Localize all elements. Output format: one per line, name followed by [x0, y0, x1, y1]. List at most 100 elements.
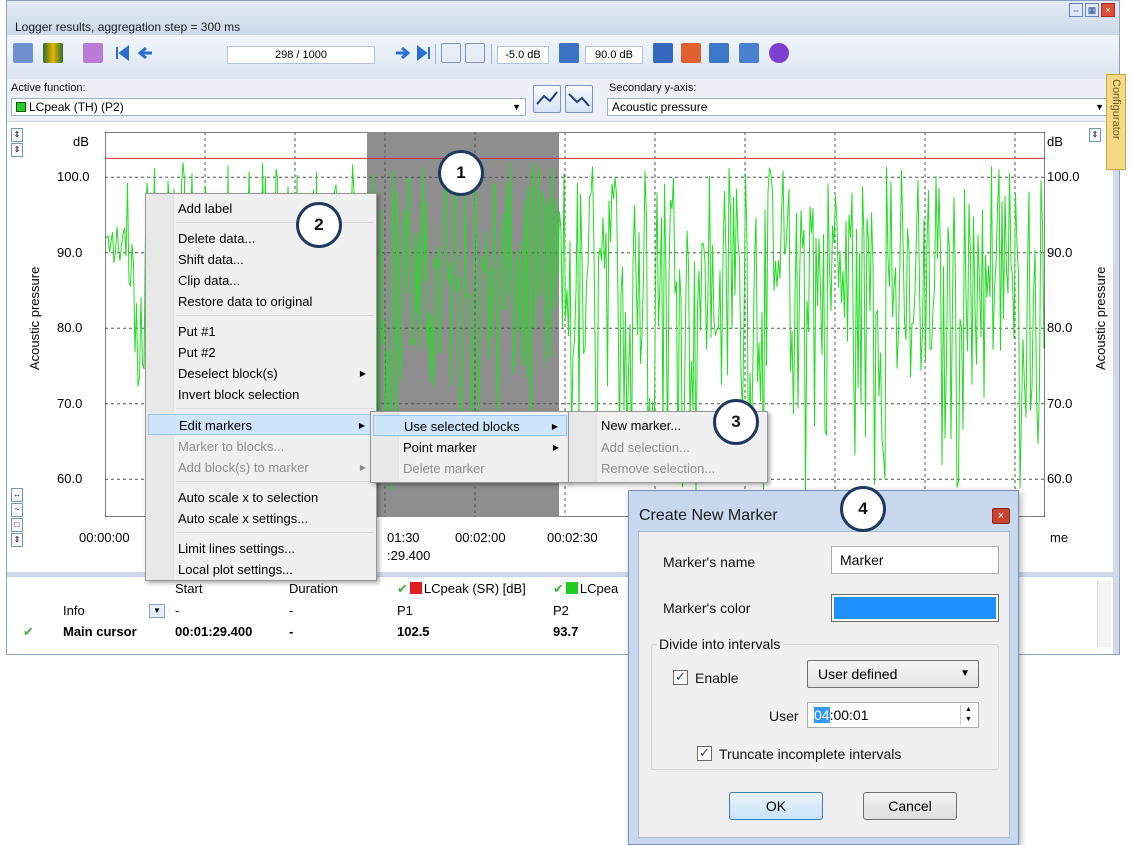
expand-icon[interactable]: ⇕: [11, 128, 23, 142]
menu-marker-to-blocks[interactable]: Marker to blocks...: [148, 436, 374, 457]
vscroll-icon[interactable]: ⇕: [11, 533, 23, 547]
menu-point-marker[interactable]: Point marker ▶: [373, 437, 567, 458]
menu-delete-marker[interactable]: Delete marker: [373, 458, 567, 479]
max-db-field[interactable]: 90.0 dB: [585, 46, 643, 64]
eraser-icon[interactable]: [83, 43, 103, 63]
window-title: Logger results, aggregation step = 300 m…: [15, 20, 241, 34]
menu-remove-selection[interactable]: Remove selection...: [571, 458, 765, 479]
color-swatch-green: [565, 582, 578, 594]
first-icon[interactable]: [115, 43, 129, 63]
layout-split-icon[interactable]: [465, 43, 485, 63]
chart-type-icon[interactable]: [13, 43, 33, 63]
xtick-0: 00:00:00: [79, 530, 130, 545]
spinner-icon[interactable]: ▲ ▼: [960, 705, 976, 725]
menu-put-2[interactable]: Put #2: [148, 342, 374, 363]
xtick-1: 01:30: [387, 530, 420, 545]
marker-color-swatch: [834, 597, 996, 619]
fit-right-icon[interactable]: ⇕: [1089, 128, 1101, 142]
create-marker-dialog: Create New Marker × Marker's name Marker…: [628, 490, 1019, 845]
configurator-tab[interactable]: Configurator: [1106, 74, 1126, 170]
menu-auto-scale-selection[interactable]: Auto scale x to selection: [148, 487, 374, 508]
toolbar: 298 / 1000 -5.0 dB 90.0 dB: [7, 35, 1119, 79]
menu-local-plot-settings[interactable]: Local plot settings...: [148, 559, 374, 580]
ok-button[interactable]: OK: [729, 792, 823, 820]
menu-edit-markers-label: Edit markers: [179, 418, 252, 433]
submenu-arrow-icon: ▶: [552, 443, 559, 452]
active-function-label: Active function:: [11, 82, 86, 94]
marker-name-input[interactable]: Marker: [831, 546, 999, 574]
hscroll-icon[interactable]: ↔: [11, 488, 23, 502]
info-dropdown-icon[interactable]: ▼: [149, 604, 165, 618]
user-interval-input[interactable]: 04:00:01 ▲ ▼: [807, 702, 979, 728]
ytick-right: 70.0: [1047, 395, 1073, 411]
row-cursor-v2: 93.7: [553, 624, 579, 639]
bar-chart-icon[interactable]: [43, 43, 63, 63]
wave-mode-icon[interactable]: ~: [11, 503, 23, 517]
interval-mode-select[interactable]: User defined ▼: [807, 660, 979, 688]
record-counter[interactable]: 298 / 1000: [227, 46, 375, 64]
enable-checkbox[interactable]: ✓: [673, 670, 688, 685]
header-col2: ✔ LCpea: [553, 581, 618, 597]
close-icon[interactable]: ×: [1101, 3, 1115, 17]
ytick-right: 100.0: [1047, 169, 1080, 185]
chart-up-icon[interactable]: [653, 43, 673, 63]
row-info-duration: -: [289, 603, 294, 618]
menu-put-1[interactable]: Put #1: [148, 321, 374, 342]
chart-x-icon[interactable]: [681, 43, 701, 63]
menu-shift-data[interactable]: Shift data...: [148, 249, 374, 270]
menu-add-blocks-to-marker[interactable]: Add block(s) to marker ▶: [148, 457, 374, 478]
secondary-axis-select[interactable]: Acoustic pressure ▼: [607, 98, 1109, 116]
user-interval-rest: :00:01: [829, 707, 869, 723]
configurator-label: Configurator: [1110, 79, 1122, 140]
table-scrollbar[interactable]: [1097, 581, 1111, 647]
wave-icon[interactable]: [739, 43, 759, 63]
hand-icon[interactable]: [769, 43, 789, 63]
fit-icon[interactable]: ⇕: [11, 143, 23, 157]
menu-deselect-blocks[interactable]: Deselect block(s) ▶: [148, 363, 374, 384]
marker-name-label: Marker's name: [663, 554, 756, 570]
tile-icon[interactable]: ▦: [1085, 3, 1099, 17]
marker-color-picker[interactable]: [831, 594, 999, 622]
menu-separator: [176, 315, 374, 316]
scale-icon[interactable]: [559, 43, 579, 63]
last-icon[interactable]: [417, 43, 431, 63]
link-icon[interactable]: ⇔: [1069, 3, 1083, 17]
title-bar: Logger results, aggregation step = 300 m…: [7, 1, 1119, 35]
next-icon[interactable]: [395, 43, 411, 63]
unit-right: dB: [1047, 134, 1063, 149]
submenu-arrow-icon: ▶: [551, 422, 558, 431]
ytick-right: 90.0: [1047, 244, 1073, 260]
color-swatch-red: [409, 582, 422, 594]
user-interval-hours: 04: [814, 707, 830, 723]
menu-auto-scale-settings[interactable]: Auto scale x settings...: [148, 508, 374, 529]
chart-area-icon[interactable]: [709, 43, 729, 63]
truncate-checkbox[interactable]: ✓: [697, 746, 712, 761]
row-cursor-start: 00:01:29.400: [175, 624, 253, 639]
menu-clip-data[interactable]: Clip data...: [148, 270, 374, 291]
menu-separator: [176, 408, 374, 409]
menu-invert-selection[interactable]: Invert block selection: [148, 384, 374, 405]
enable-label: Enable: [695, 670, 739, 686]
trend-up-button[interactable]: [533, 85, 561, 113]
box-icon[interactable]: □: [11, 518, 23, 532]
layout-grid-icon[interactable]: [441, 43, 461, 63]
unit-left: dB: [73, 134, 89, 149]
cancel-button[interactable]: Cancel: [863, 792, 957, 820]
dialog-close-icon[interactable]: ×: [992, 508, 1010, 524]
active-function-select[interactable]: LCpeak (TH) (P2) ▼: [11, 98, 526, 116]
row-cursor-duration: -: [289, 624, 294, 639]
check-icon: ✔: [23, 624, 34, 639]
secondary-axis-label: Secondary y-axis:: [609, 82, 697, 94]
check-icon: ✔: [397, 581, 408, 596]
trend-down-button[interactable]: [565, 85, 593, 113]
menu-limit-lines[interactable]: Limit lines settings...: [148, 538, 374, 559]
function-row: Active function: LCpeak (TH) (P2) ▼ Seco…: [7, 79, 1113, 121]
row-info-name: Info: [63, 603, 85, 618]
previous-icon[interactable]: [137, 43, 153, 63]
check-icon: ✔: [553, 581, 564, 596]
menu-use-selected-blocks[interactable]: Use selected blocks ▶: [373, 415, 567, 436]
menu-edit-markers[interactable]: Edit markers ▶: [148, 414, 374, 435]
min-db-field[interactable]: -5.0 dB: [497, 46, 549, 64]
menu-restore-data[interactable]: Restore data to original: [148, 291, 374, 312]
badge-2: 2: [296, 202, 342, 248]
